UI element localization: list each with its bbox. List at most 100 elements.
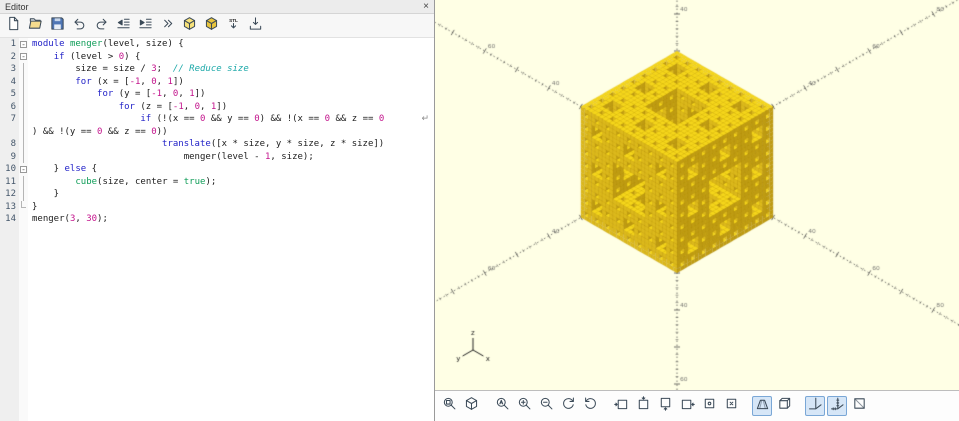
orthographic-icon bbox=[777, 396, 792, 416]
code-text: cube(size, center = true); bbox=[75, 176, 217, 187]
render-icon bbox=[204, 16, 219, 36]
export-stl-button[interactable]: STL bbox=[223, 16, 243, 36]
preview-icon bbox=[182, 16, 197, 36]
code-line[interactable]: 12 } bbox=[0, 188, 434, 201]
line-number: 11 bbox=[5, 176, 16, 187]
openscad-window: Editor × STL 1- module menger(level, size… bbox=[0, 0, 959, 421]
new-button[interactable] bbox=[3, 16, 23, 36]
open-icon bbox=[28, 16, 43, 36]
show-axes-button[interactable] bbox=[805, 396, 825, 416]
fold-marker bbox=[19, 88, 28, 101]
export-stl-icon: STL bbox=[226, 16, 241, 36]
reset-view-icon bbox=[561, 396, 576, 416]
code-line[interactable]: 4 for (x = [-1, 0, 1]) bbox=[0, 75, 434, 88]
code-text: menger(level - 1, size); bbox=[32, 151, 314, 162]
view-left-button[interactable] bbox=[677, 396, 697, 416]
perspective-button[interactable] bbox=[752, 396, 772, 416]
unindent-button[interactable] bbox=[113, 16, 133, 36]
save-icon bbox=[50, 16, 65, 36]
view-bottom-button[interactable] bbox=[655, 396, 675, 416]
code-text: module menger(level, size) { bbox=[32, 39, 184, 49]
zoom-in-button[interactable] bbox=[514, 396, 534, 416]
code-editor[interactable]: 1- module menger(level, size) {2- if (lev… bbox=[0, 38, 434, 421]
open-button[interactable] bbox=[25, 16, 45, 36]
view-front-button[interactable] bbox=[699, 396, 719, 416]
code-line[interactable]: 7 if (!(x == 0 && y == 0) && !(x == 0 &&… bbox=[0, 113, 434, 126]
rotate-view-icon bbox=[583, 396, 598, 416]
orthographic-button[interactable] bbox=[774, 396, 794, 416]
view-top-button[interactable] bbox=[633, 396, 653, 416]
render-button[interactable] bbox=[201, 16, 221, 36]
export-button[interactable] bbox=[245, 16, 265, 36]
view-diagonal-button[interactable] bbox=[461, 396, 481, 416]
code-line[interactable]: 10- } else { bbox=[0, 163, 434, 176]
view-top-icon bbox=[636, 396, 651, 416]
code-line[interactable]: ) && !(y == 0 && z == 0)) bbox=[0, 125, 434, 138]
show-edges-button[interactable] bbox=[849, 396, 869, 416]
code-line[interactable]: 13} bbox=[0, 200, 434, 214]
editor-close-button[interactable]: × bbox=[423, 1, 429, 12]
line-number: 13 bbox=[5, 201, 16, 212]
new-icon bbox=[6, 16, 21, 36]
undo-icon bbox=[72, 16, 87, 36]
line-number: 14 bbox=[5, 214, 16, 224]
code-line[interactable]: 5 for (y = [-1, 0, 1]) bbox=[0, 88, 434, 101]
code-line[interactable]: 3 size = size / 3; // Reduce size bbox=[0, 63, 434, 76]
fold-marker bbox=[19, 113, 28, 126]
show-edges-icon bbox=[852, 396, 867, 416]
fold-marker[interactable]: - bbox=[19, 163, 28, 176]
code-line[interactable]: 2- if (level > 0) { bbox=[0, 51, 434, 64]
code-line[interactable]: 1- module menger(level, size) { bbox=[0, 38, 434, 51]
line-number: 10 bbox=[5, 164, 16, 174]
view-back-button[interactable] bbox=[721, 396, 741, 416]
zoom-in-icon bbox=[517, 396, 532, 416]
undo-button[interactable] bbox=[69, 16, 89, 36]
view-diagonal-icon bbox=[464, 396, 479, 416]
show-scale-markers-button[interactable] bbox=[827, 396, 847, 416]
viewport-canvas[interactable] bbox=[435, 0, 959, 390]
code-text: translate([x * size, y * size, z * size]… bbox=[162, 139, 385, 149]
view-toolbar bbox=[435, 390, 959, 421]
code-text: } else { bbox=[32, 164, 98, 174]
code-line[interactable]: 14 menger(3, 30); bbox=[0, 213, 434, 226]
view-front-icon bbox=[702, 396, 717, 416]
code-text: for (z = [-1, 0, 1]) bbox=[118, 101, 228, 112]
code-text: size = size / 3; // Reduce size bbox=[32, 64, 249, 74]
zoom-all-button[interactable] bbox=[439, 396, 459, 416]
preview-button[interactable] bbox=[179, 16, 199, 36]
zoom-text-button[interactable] bbox=[492, 396, 512, 416]
line-wrap-icon: ↵ bbox=[421, 114, 429, 124]
editor-titlebar: Editor × bbox=[0, 0, 434, 14]
save-button[interactable] bbox=[47, 16, 67, 36]
fold-marker[interactable]: - bbox=[19, 38, 28, 51]
code-line[interactable]: 9 menger(level - 1, size); bbox=[0, 150, 434, 163]
view-right-button[interactable] bbox=[611, 396, 631, 416]
editor-panel: Editor × STL 1- module menger(level, size… bbox=[0, 0, 435, 421]
code-text: } bbox=[32, 201, 38, 212]
line-number: 1 bbox=[10, 39, 16, 49]
reset-view-button[interactable] bbox=[558, 396, 578, 416]
line-number: 6 bbox=[10, 101, 16, 112]
line-number: 4 bbox=[10, 76, 16, 87]
show-scale-markers-icon bbox=[830, 396, 845, 416]
perspective-icon bbox=[755, 396, 770, 416]
code-line[interactable]: 6 for (z = [-1, 0, 1]) bbox=[0, 100, 434, 113]
indent-button[interactable] bbox=[135, 16, 155, 36]
code-line[interactable]: 11 cube(size, center = true); bbox=[0, 175, 434, 188]
rotate-view-button[interactable] bbox=[580, 396, 600, 416]
fold-marker[interactable]: - bbox=[19, 51, 28, 64]
view-right-icon bbox=[613, 396, 629, 416]
view-bottom-icon bbox=[658, 396, 673, 416]
zoom-out-button[interactable] bbox=[536, 396, 556, 416]
redo-button[interactable] bbox=[91, 16, 111, 36]
svg-text:STL: STL bbox=[229, 18, 238, 23]
unindent-icon bbox=[116, 16, 131, 36]
fold-marker bbox=[19, 100, 28, 113]
fold-marker bbox=[19, 138, 28, 151]
fold-marker bbox=[19, 63, 28, 76]
toolbar-overflow-button[interactable] bbox=[157, 16, 177, 36]
code-line[interactable]: 8 translate([x * size, y * size, z * siz… bbox=[0, 138, 434, 151]
code-text: menger(3, 30); bbox=[32, 214, 108, 224]
zoom-all-icon bbox=[442, 396, 457, 416]
fold-marker bbox=[19, 213, 28, 226]
